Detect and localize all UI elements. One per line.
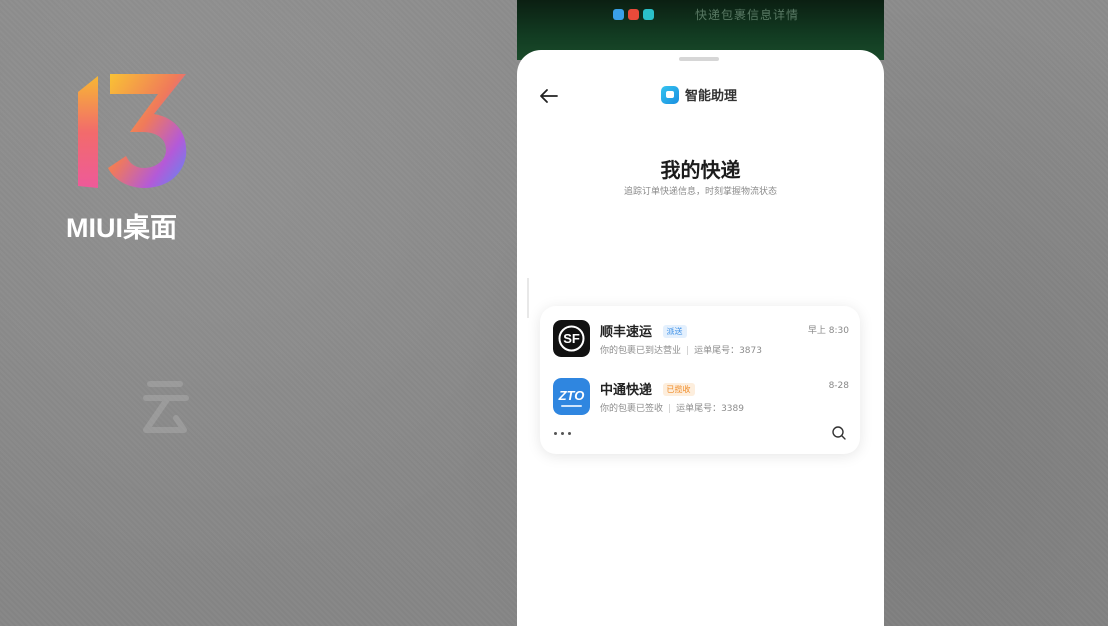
svg-text:SF: SF	[563, 331, 580, 346]
search-icon[interactable]	[831, 425, 847, 441]
parcel-number: 运单尾号：3389	[676, 404, 744, 414]
page-title: 我的快递	[660, 158, 741, 182]
parcel-card: SF 顺丰速运 派送 早上 8:30 你的包裹已到达营业 | 运单尾号：3873 Z…	[540, 306, 860, 454]
parcel-description: 你的包裹已到达营业 | 运单尾号：3873	[600, 343, 762, 356]
sf-express-logo-icon: SF	[553, 320, 590, 357]
parcel-time: 早上 8:30	[807, 326, 849, 336]
more-options-icon[interactable]	[553, 427, 573, 439]
notification-app-icon-3	[643, 9, 654, 20]
miui-desktop-label: MIUI桌面	[66, 213, 177, 243]
drag-handle[interactable]	[679, 57, 719, 61]
parcel-carrier-name: 中通快递 已揽收	[600, 379, 695, 398]
separator: |	[686, 346, 690, 356]
parcel-status: 你的包裹已到达营业	[600, 346, 682, 356]
parcel-status: 你的包裹已签收	[600, 404, 664, 414]
notification-app-icon-1	[613, 9, 624, 20]
separator: |	[668, 404, 672, 414]
page-subtitle: 追踪订单快递信息，时刻掌握物流状态	[623, 187, 777, 197]
parcel-time: 8-28	[828, 381, 849, 391]
miui-logo: MIUI桌面	[66, 70, 196, 245]
parcel-carrier-name: 顺丰速运 派送	[600, 321, 687, 340]
parcel-description: 你的包裹已签收 | 运单尾号：3389	[600, 401, 744, 414]
notification-icons	[613, 9, 654, 20]
status-text: 快递包裹信息详情	[695, 8, 800, 22]
zto-express-logo-icon: ZTO	[553, 378, 590, 415]
watermark-icon	[143, 381, 189, 433]
carrier-label: 顺丰速运	[600, 325, 653, 340]
notification-app-icon-2	[628, 9, 639, 20]
status-badge: 已揽收	[662, 383, 695, 396]
carrier-label: 中通快递	[600, 383, 653, 398]
parcel-item-zto[interactable]: ZTO 中通快递 已揽收 8-28 你的包裹已签收 | 运单尾号：3389	[553, 377, 849, 417]
phone-screen: 快递包裹信息详情 智能助理 我的快递 追踪订单快递信息，时刻掌握物流状态 SF	[517, 0, 884, 626]
parcel-item-sf[interactable]: SF 顺丰速运 派送 早上 8:30 你的包裹已到达营业 | 运单尾号：3873	[553, 319, 849, 359]
scroll-indicator	[527, 278, 529, 318]
parcel-number: 运单尾号：3873	[694, 346, 762, 356]
status-badge: 派送	[662, 325, 687, 338]
assistant-app-icon	[661, 85, 679, 104]
assistant-sheet: 智能助理 我的快递 追踪订单快递信息，时刻掌握物流状态 SF 顺丰速运 派送 早…	[517, 50, 884, 626]
assistant-app-name: 智能助理	[685, 89, 738, 104]
svg-text:ZTO: ZTO	[558, 388, 585, 403]
back-arrow-icon[interactable]	[537, 84, 561, 108]
assistant-header: 智能助理	[661, 85, 737, 104]
miui-13-logo-icon	[78, 74, 187, 188]
